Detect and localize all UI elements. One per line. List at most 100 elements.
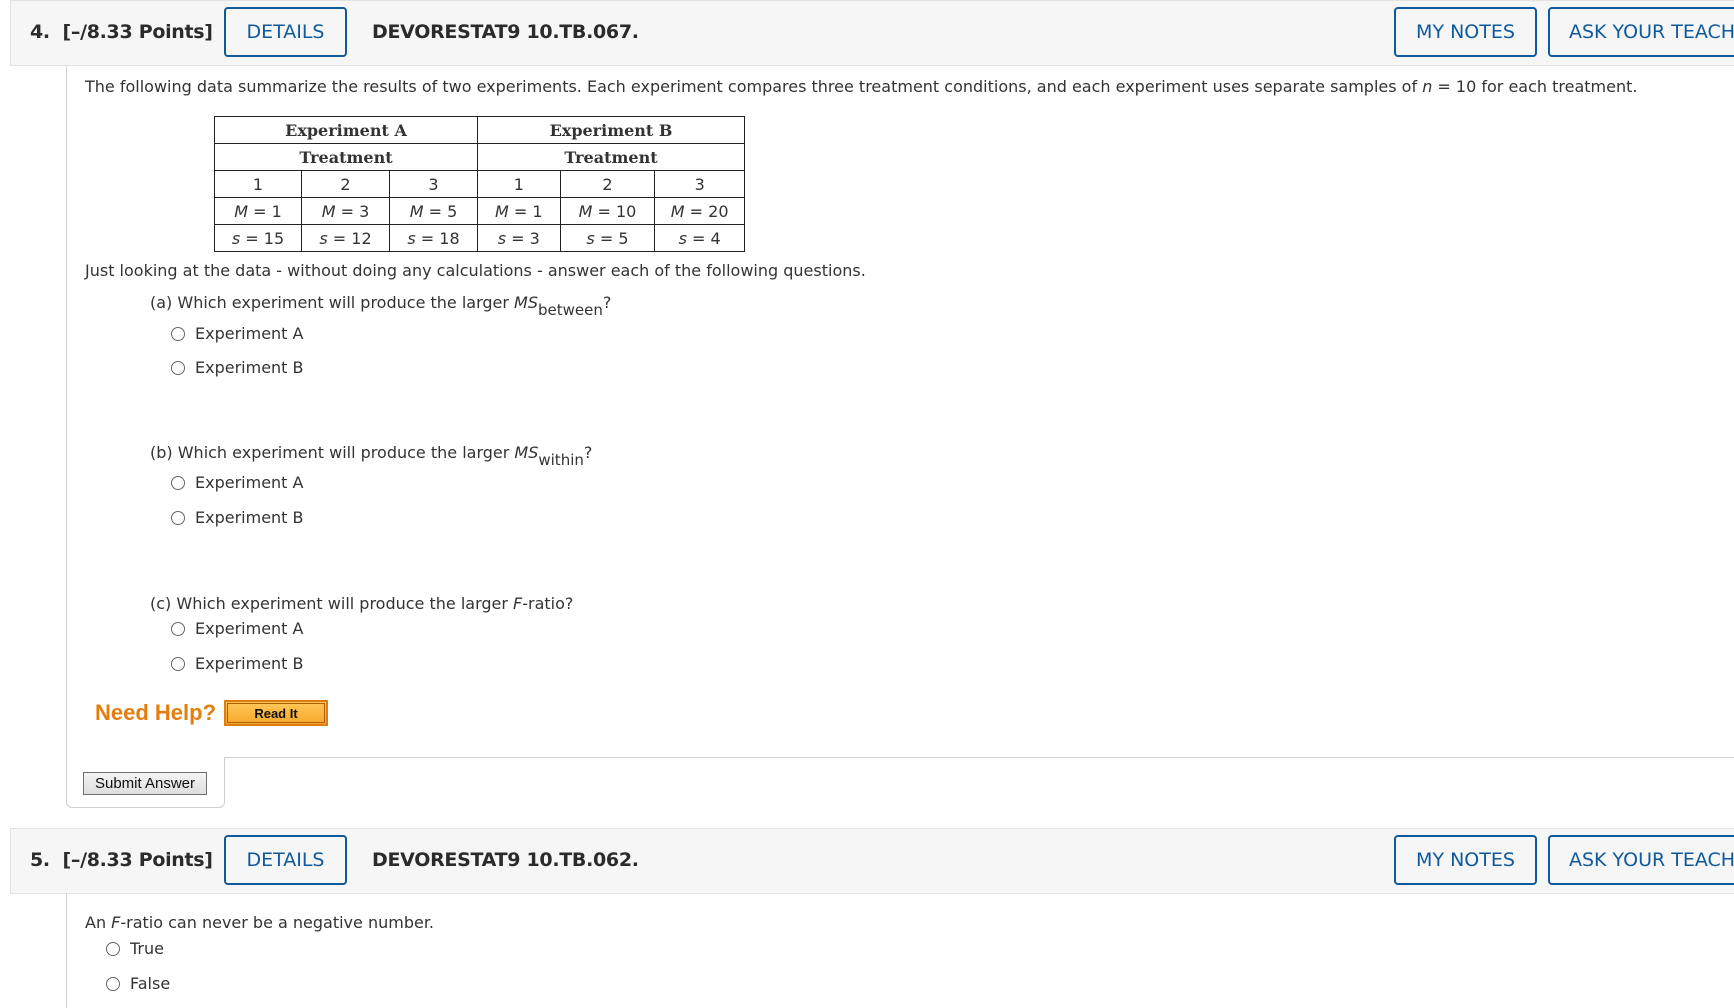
table-cell: 3 xyxy=(654,170,745,198)
intro-variable: n xyxy=(1422,77,1433,96)
part-c-option-a[interactable]: Experiment A xyxy=(171,619,303,638)
mean-value: 10 xyxy=(615,201,637,221)
table-cell-mean: M = 20 xyxy=(654,197,745,225)
question-5-header: 5. [–/8.33 Points] DETAILS DEVORESTAT9 1… xyxy=(10,828,1734,894)
question-suffix: -ratio? xyxy=(522,594,574,613)
table-cell-mean: M = 1 xyxy=(477,197,561,225)
question-5-option-false[interactable]: False xyxy=(106,974,170,993)
statement-text-end: -ratio can never be a negative number. xyxy=(120,913,435,932)
mean-symbol: M xyxy=(670,201,685,221)
sd-value: 15 xyxy=(263,228,285,248)
radio-button-icon[interactable] xyxy=(171,656,185,671)
table-row-means: M = 1 M = 3 M = 5 M = 1 M = 10 M = 20 xyxy=(214,197,745,225)
question-4-intro: The following data summarize the results… xyxy=(85,77,1637,96)
question-text: (c) Which experiment will produce the la… xyxy=(150,594,514,613)
question-suffix: ? xyxy=(583,443,593,462)
radio-button-icon[interactable] xyxy=(171,326,185,341)
question-5-points: 5. [–/8.33 Points] xyxy=(30,849,213,871)
points-label: [–/8.33 Points] xyxy=(62,21,213,43)
table-row-sds: s = 15 s = 12 s = 18 s = 3 s = 5 s = 4 xyxy=(214,224,745,252)
radio-button-icon[interactable] xyxy=(171,475,185,490)
table-row-experiments: Experiment A Experiment B xyxy=(214,116,745,144)
table-header-treatment: Treatment xyxy=(214,143,478,171)
sd-symbol: s xyxy=(231,228,241,248)
option-label: Experiment B xyxy=(195,508,304,527)
question-5-option-true[interactable]: True xyxy=(106,939,164,958)
sd-value: 18 xyxy=(439,228,460,248)
sd-symbol: s xyxy=(319,228,328,248)
table-cell-sd: s = 4 xyxy=(654,224,745,252)
table-cell-mean: M = 10 xyxy=(559,197,656,225)
radio-button-icon[interactable] xyxy=(171,621,185,636)
question-code: DEVORESTAT9 10.TB.067. xyxy=(372,21,639,43)
mean-symbol: M xyxy=(409,201,424,221)
mean-value: 1 xyxy=(271,201,282,221)
statement-text: An xyxy=(85,913,112,932)
question-number: 5. xyxy=(30,849,50,871)
radio-button-icon[interactable] xyxy=(106,976,120,991)
option-label: Experiment A xyxy=(195,473,304,492)
part-c-option-b[interactable]: Experiment B xyxy=(171,654,304,673)
sd-value: 5 xyxy=(618,228,629,248)
question-suffix: ? xyxy=(602,293,612,312)
my-notes-button[interactable]: MY NOTES xyxy=(1394,7,1537,57)
mean-value: 3 xyxy=(359,201,370,221)
table-cell-sd: s = 18 xyxy=(389,224,478,252)
part-a-option-b[interactable]: Experiment B xyxy=(171,358,304,377)
data-table: Experiment A Experiment B Treatment Trea… xyxy=(214,116,745,252)
sd-symbol: s xyxy=(678,228,687,248)
option-label: Experiment B xyxy=(195,654,304,673)
mean-value: 1 xyxy=(532,201,543,221)
variable: MS xyxy=(514,293,539,312)
table-header-treatment: Treatment xyxy=(477,143,745,171)
my-notes-button[interactable]: MY NOTES xyxy=(1394,835,1537,885)
details-button[interactable]: DETAILS xyxy=(224,835,347,885)
question-number: 4. xyxy=(30,21,50,43)
radio-button-icon[interactable] xyxy=(171,510,185,525)
option-label: True xyxy=(130,939,164,958)
table-cell-sd: s = 3 xyxy=(477,224,561,252)
part-b-question: (b) Which experiment will produce the la… xyxy=(150,443,592,469)
part-b-option-b[interactable]: Experiment B xyxy=(171,508,304,527)
sd-symbol: s xyxy=(586,228,595,248)
need-help-label: Need Help? xyxy=(95,700,217,725)
radio-button-icon[interactable] xyxy=(171,360,185,375)
variable: MS xyxy=(514,443,539,462)
question-4-body-border xyxy=(66,66,67,757)
table-row-treatments: 1 2 3 1 2 3 xyxy=(214,170,745,198)
sd-value: 12 xyxy=(351,228,372,248)
question-code: DEVORESTAT9 10.TB.062. xyxy=(372,849,639,871)
mean-value: 5 xyxy=(447,201,458,221)
part-b-option-a[interactable]: Experiment A xyxy=(171,473,303,492)
question-4-header: 4. [–/8.33 Points] DETAILS DEVORESTAT9 1… xyxy=(10,0,1734,66)
subscript: between xyxy=(538,301,603,319)
table-cell: 1 xyxy=(214,170,302,198)
question-5-statement: An F-ratio can never be a negative numbe… xyxy=(85,913,434,932)
question-text: (a) Which experiment will produce the la… xyxy=(150,293,515,312)
mean-value: 20 xyxy=(708,201,729,221)
option-label: Experiment B xyxy=(195,358,304,377)
table-cell-mean: M = 5 xyxy=(389,197,478,225)
radio-button-icon[interactable] xyxy=(106,941,120,956)
part-a-question: (a) Which experiment will produce the la… xyxy=(150,293,611,319)
table-cell-sd: s = 15 xyxy=(214,224,302,252)
subscript: within xyxy=(538,451,584,469)
sd-value: 4 xyxy=(710,228,721,248)
table-cell: 1 xyxy=(477,170,561,198)
part-a-option-a[interactable]: Experiment A xyxy=(171,324,303,343)
details-button[interactable]: DETAILS xyxy=(224,7,347,57)
submit-answer-button[interactable]: Submit Answer xyxy=(83,772,207,795)
table-cell: 3 xyxy=(389,170,478,198)
intro-text: The following data summarize the results… xyxy=(85,77,1423,96)
mean-symbol: M xyxy=(321,201,336,221)
option-label: False xyxy=(130,974,171,993)
ask-your-teacher-button[interactable]: ASK YOUR TEACH xyxy=(1548,7,1734,57)
table-cell-sd: s = 12 xyxy=(301,224,390,252)
table-header-experiment-b: Experiment B xyxy=(477,116,745,144)
ask-your-teacher-button[interactable]: ASK YOUR TEACH xyxy=(1548,835,1734,885)
table-cell: 2 xyxy=(301,170,390,198)
sd-symbol: s xyxy=(497,228,507,248)
read-it-button[interactable]: Read It xyxy=(224,700,328,726)
part-c-question: (c) Which experiment will produce the la… xyxy=(150,594,573,613)
points-label: [–/8.33 Points] xyxy=(62,849,213,871)
